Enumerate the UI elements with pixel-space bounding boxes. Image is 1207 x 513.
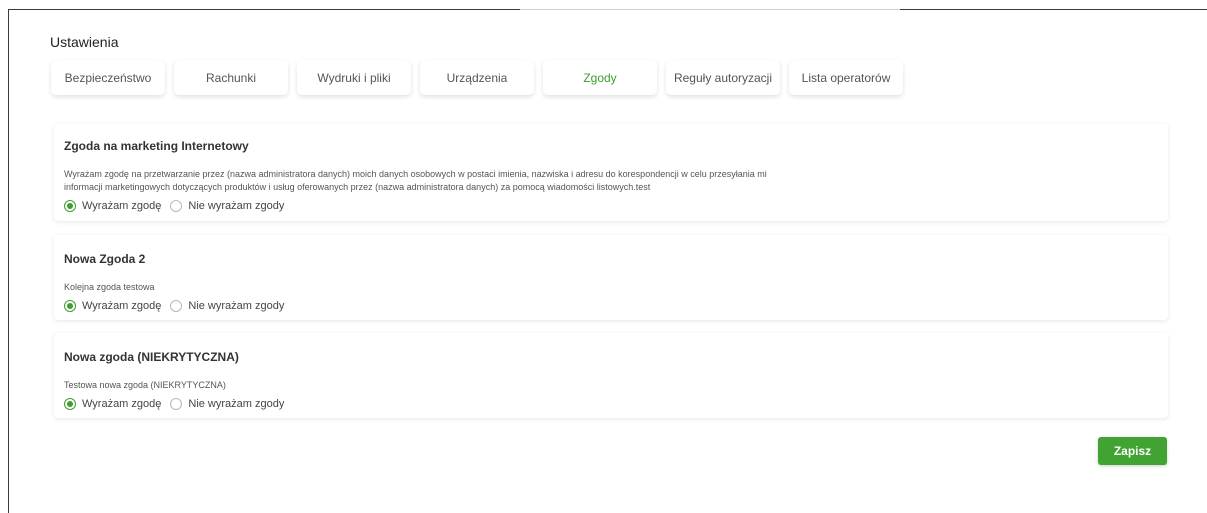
agree-radio[interactable]: Wyrażam zgodę <box>64 300 161 312</box>
tab-rachunki[interactable]: Rachunki <box>174 60 288 95</box>
disagree-label: Nie wyrażam zgody <box>188 398 285 410</box>
disagree-radio[interactable]: Nie wyrażam zgody <box>170 300 284 312</box>
agree-radio[interactable]: Wyrażam zgodę <box>64 398 161 410</box>
tab-reguly-autoryzacji[interactable]: Reguły autoryzacji <box>666 60 780 95</box>
window-frame-top-highlight <box>520 9 900 10</box>
radio-checked-icon[interactable] <box>64 200 76 212</box>
consent-card-nowa-zgoda-2: Nowa Zgoda 2 Kolejna zgoda testowa Wyraż… <box>54 235 1168 320</box>
tab-wydruki-i-pliki[interactable]: Wydruki i pliki <box>297 60 411 95</box>
consent-title: Nowa zgoda (NIEKRYTYCZNA) <box>64 350 239 364</box>
tab-urzadzenia[interactable]: Urządzenia <box>420 60 534 95</box>
agree-label: Wyrażam zgodę <box>82 300 162 312</box>
radio-unchecked-icon[interactable] <box>170 200 183 212</box>
disagree-radio[interactable]: Nie wyrażam zgody <box>170 200 284 212</box>
consent-radio-group: Wyrażam zgodę Nie wyrażam zgody <box>64 398 1158 410</box>
window-frame-left <box>8 9 9 513</box>
radio-unchecked-icon[interactable] <box>170 398 183 410</box>
tab-zgody[interactable]: Zgody <box>543 60 657 95</box>
disagree-radio[interactable]: Nie wyrażam zgody <box>170 398 284 410</box>
agree-label: Wyrażam zgodę <box>82 200 162 212</box>
consent-card-marketing: Zgoda na marketing Internetowy Wyrażam z… <box>54 124 1168 221</box>
radio-unchecked-icon[interactable] <box>170 300 183 312</box>
tab-lista-operatorow[interactable]: Lista operatorów <box>789 60 903 95</box>
consent-radio-group: Wyrażam zgodę Nie wyrażam zgody <box>64 300 1158 312</box>
consent-title: Zgoda na marketing Internetowy <box>64 139 249 153</box>
save-button[interactable]: Zapisz <box>1098 437 1167 465</box>
consent-text: Testowa nowa zgoda (NIEKRYTYCZNA) <box>64 380 226 390</box>
disagree-label: Nie wyrażam zgody <box>188 300 285 312</box>
radio-checked-icon[interactable] <box>64 398 76 410</box>
settings-tabs: Bezpieczeństwo Rachunki Wydruki i pliki … <box>51 60 912 95</box>
consent-title: Nowa Zgoda 2 <box>64 252 146 266</box>
radio-checked-icon[interactable] <box>64 300 76 312</box>
tab-bezpieczenstwo[interactable]: Bezpieczeństwo <box>51 60 165 95</box>
disagree-label: Nie wyrażam zgody <box>188 200 285 212</box>
consent-card-niekrytyczna: Nowa zgoda (NIEKRYTYCZNA) Testowa nowa z… <box>54 333 1168 418</box>
consent-radio-group: Wyrażam zgodę Nie wyrażam zgody <box>64 200 1158 212</box>
agree-label: Wyrażam zgodę <box>82 398 162 410</box>
page-title: Ustawienia <box>50 34 119 50</box>
consent-text: Wyrażam zgodę na przetwarzanie przez (na… <box>64 169 767 192</box>
agree-radio[interactable]: Wyrażam zgodę <box>64 200 161 212</box>
consent-text: Kolejna zgoda testowa <box>64 282 155 292</box>
